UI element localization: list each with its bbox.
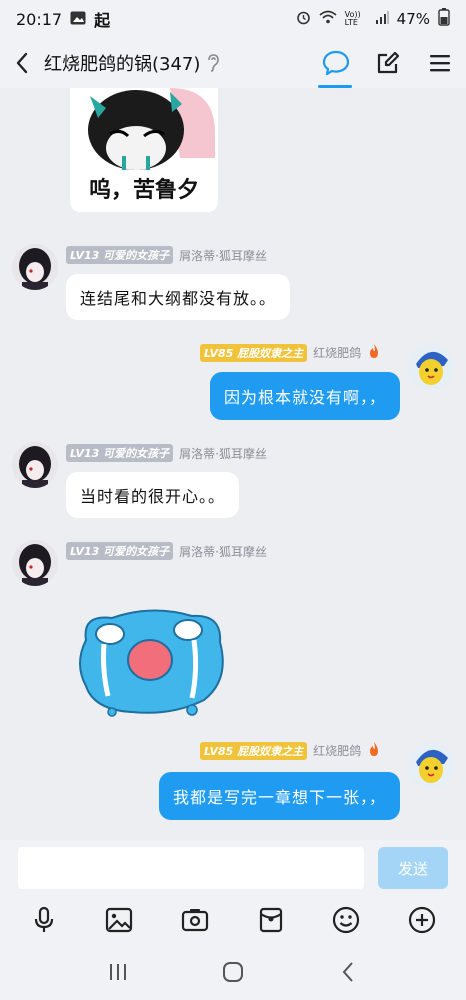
sticker-image[interactable]: 呜，苦鲁夕 [70, 88, 218, 212]
message-meta: LV13 可爱的女孩子 屑洛蒂·狐耳摩丝 [66, 246, 267, 264]
send-button[interactable]: 发送 [378, 847, 448, 889]
battery-text: 47% [396, 10, 430, 28]
wifi-icon [319, 10, 337, 28]
recent-apps-icon [109, 964, 126, 980]
message-bubble[interactable]: 因为根本就没有啊，， [209, 372, 400, 420]
avatar[interactable] [12, 540, 58, 586]
camera-icon [182, 909, 209, 932]
chat-area[interactable]: 呜，苦鲁夕 LV13 可爱的女孩子 屑洛蒂·狐耳摩丝 连结尾和大纲都没有放。。 … [0, 88, 466, 840]
message-meta: LV13 可爱的女孩子 屑洛蒂·狐耳摩丝 [66, 542, 267, 560]
level-badge: LV13 可爱的女孩子 [66, 542, 174, 560]
status-time: 20:17 [16, 9, 63, 29]
anime-girl-sticker-icon [70, 88, 218, 178]
message-input[interactable] [18, 847, 364, 889]
input-toolbar [0, 896, 466, 944]
avatar[interactable] [408, 344, 454, 390]
status-bar: 20:17 起 Vo)) LTE 47% [0, 0, 466, 38]
camera-button[interactable] [175, 900, 215, 940]
level-badge: LV85 屁股奴隶之主 [200, 741, 308, 760]
more-button[interactable] [402, 900, 442, 940]
crying-blue-blob-sticker-icon [79, 609, 224, 717]
fire-icon [367, 343, 381, 362]
chat-title[interactable]: 红烧肥鸽的锅(347) [44, 50, 200, 76]
message-meta: LV13 可爱的女孩子 屑洛蒂·狐耳摩丝 [66, 444, 267, 462]
sender-name[interactable]: 屑洛蒂·狐耳摩丝 [179, 543, 267, 560]
image-button[interactable] [99, 900, 139, 940]
microphone-icon [34, 906, 53, 932]
user-avatar-icon [12, 244, 58, 290]
chat-bubble-icon [322, 50, 350, 76]
ear-icon[interactable] [206, 53, 222, 73]
level-badge: LV13 可爱的女孩子 [66, 246, 174, 264]
red-packet-icon [259, 907, 282, 933]
home-icon [222, 962, 243, 982]
compose-button[interactable] [362, 38, 414, 88]
input-bar: 发送 [0, 840, 466, 896]
hamburger-menu-icon [430, 55, 450, 72]
system-nav-bar [0, 944, 466, 1000]
carrier-glyph: 起 [94, 11, 111, 30]
user-avatar-icon [12, 442, 58, 488]
back-arrow-icon [342, 962, 354, 982]
message-bubble[interactable]: 当时看的很开心。。 [66, 472, 240, 518]
volte-indicator: Vo)) LTE [344, 10, 361, 27]
chevron-left-icon [16, 52, 28, 74]
edit-icon [377, 51, 400, 74]
red-packet-button[interactable] [251, 900, 291, 940]
image-icon [106, 907, 133, 933]
sender-name[interactable]: 屑洛蒂·狐耳摩丝 [179, 247, 267, 264]
user-avatar-icon [12, 540, 58, 586]
back-button[interactable] [0, 38, 44, 88]
system-back-button[interactable] [328, 952, 368, 992]
avatar[interactable] [408, 742, 454, 788]
avatar[interactable] [12, 244, 58, 290]
sender-name[interactable]: 屑洛蒂·狐耳摩丝 [179, 445, 267, 462]
voice-button[interactable] [24, 900, 64, 940]
emoji-button[interactable] [326, 900, 366, 940]
message-meta: LV85 屁股奴隶之主 红烧肥鸽 [200, 741, 381, 760]
chat-header: 红烧肥鸽的锅(347) [0, 38, 466, 88]
gallery-notification-icon [70, 10, 86, 29]
message-bubble[interactable]: 我都是写完一章想下一张，， [158, 772, 400, 820]
menu-button[interactable] [414, 38, 466, 88]
battery-icon [438, 8, 450, 30]
level-badge: LV85 屁股奴隶之主 [200, 343, 308, 362]
sender-name[interactable]: 红烧肥鸽 [313, 742, 361, 759]
emoji-icon [333, 906, 360, 934]
sticker-image[interactable] [72, 600, 232, 724]
avatar[interactable] [12, 442, 58, 488]
plus-icon [409, 906, 436, 934]
home-button[interactable] [213, 952, 253, 992]
message-meta: LV85 屁股奴隶之主 红烧肥鸽 [200, 343, 381, 362]
recent-apps-button[interactable] [98, 952, 138, 992]
alarm-icon [296, 10, 311, 29]
tab-chat[interactable] [310, 38, 362, 88]
user-avatar-icon [408, 742, 454, 788]
signal-icon [375, 10, 389, 28]
sender-name[interactable]: 红烧肥鸽 [313, 344, 361, 361]
level-badge: LV13 可爱的女孩子 [66, 444, 174, 462]
user-avatar-icon [408, 344, 454, 390]
message-bubble[interactable]: 连结尾和大纲都没有放。。 [66, 274, 291, 320]
fire-icon [367, 741, 381, 760]
sticker-caption: 呜，苦鲁夕 [88, 178, 199, 203]
